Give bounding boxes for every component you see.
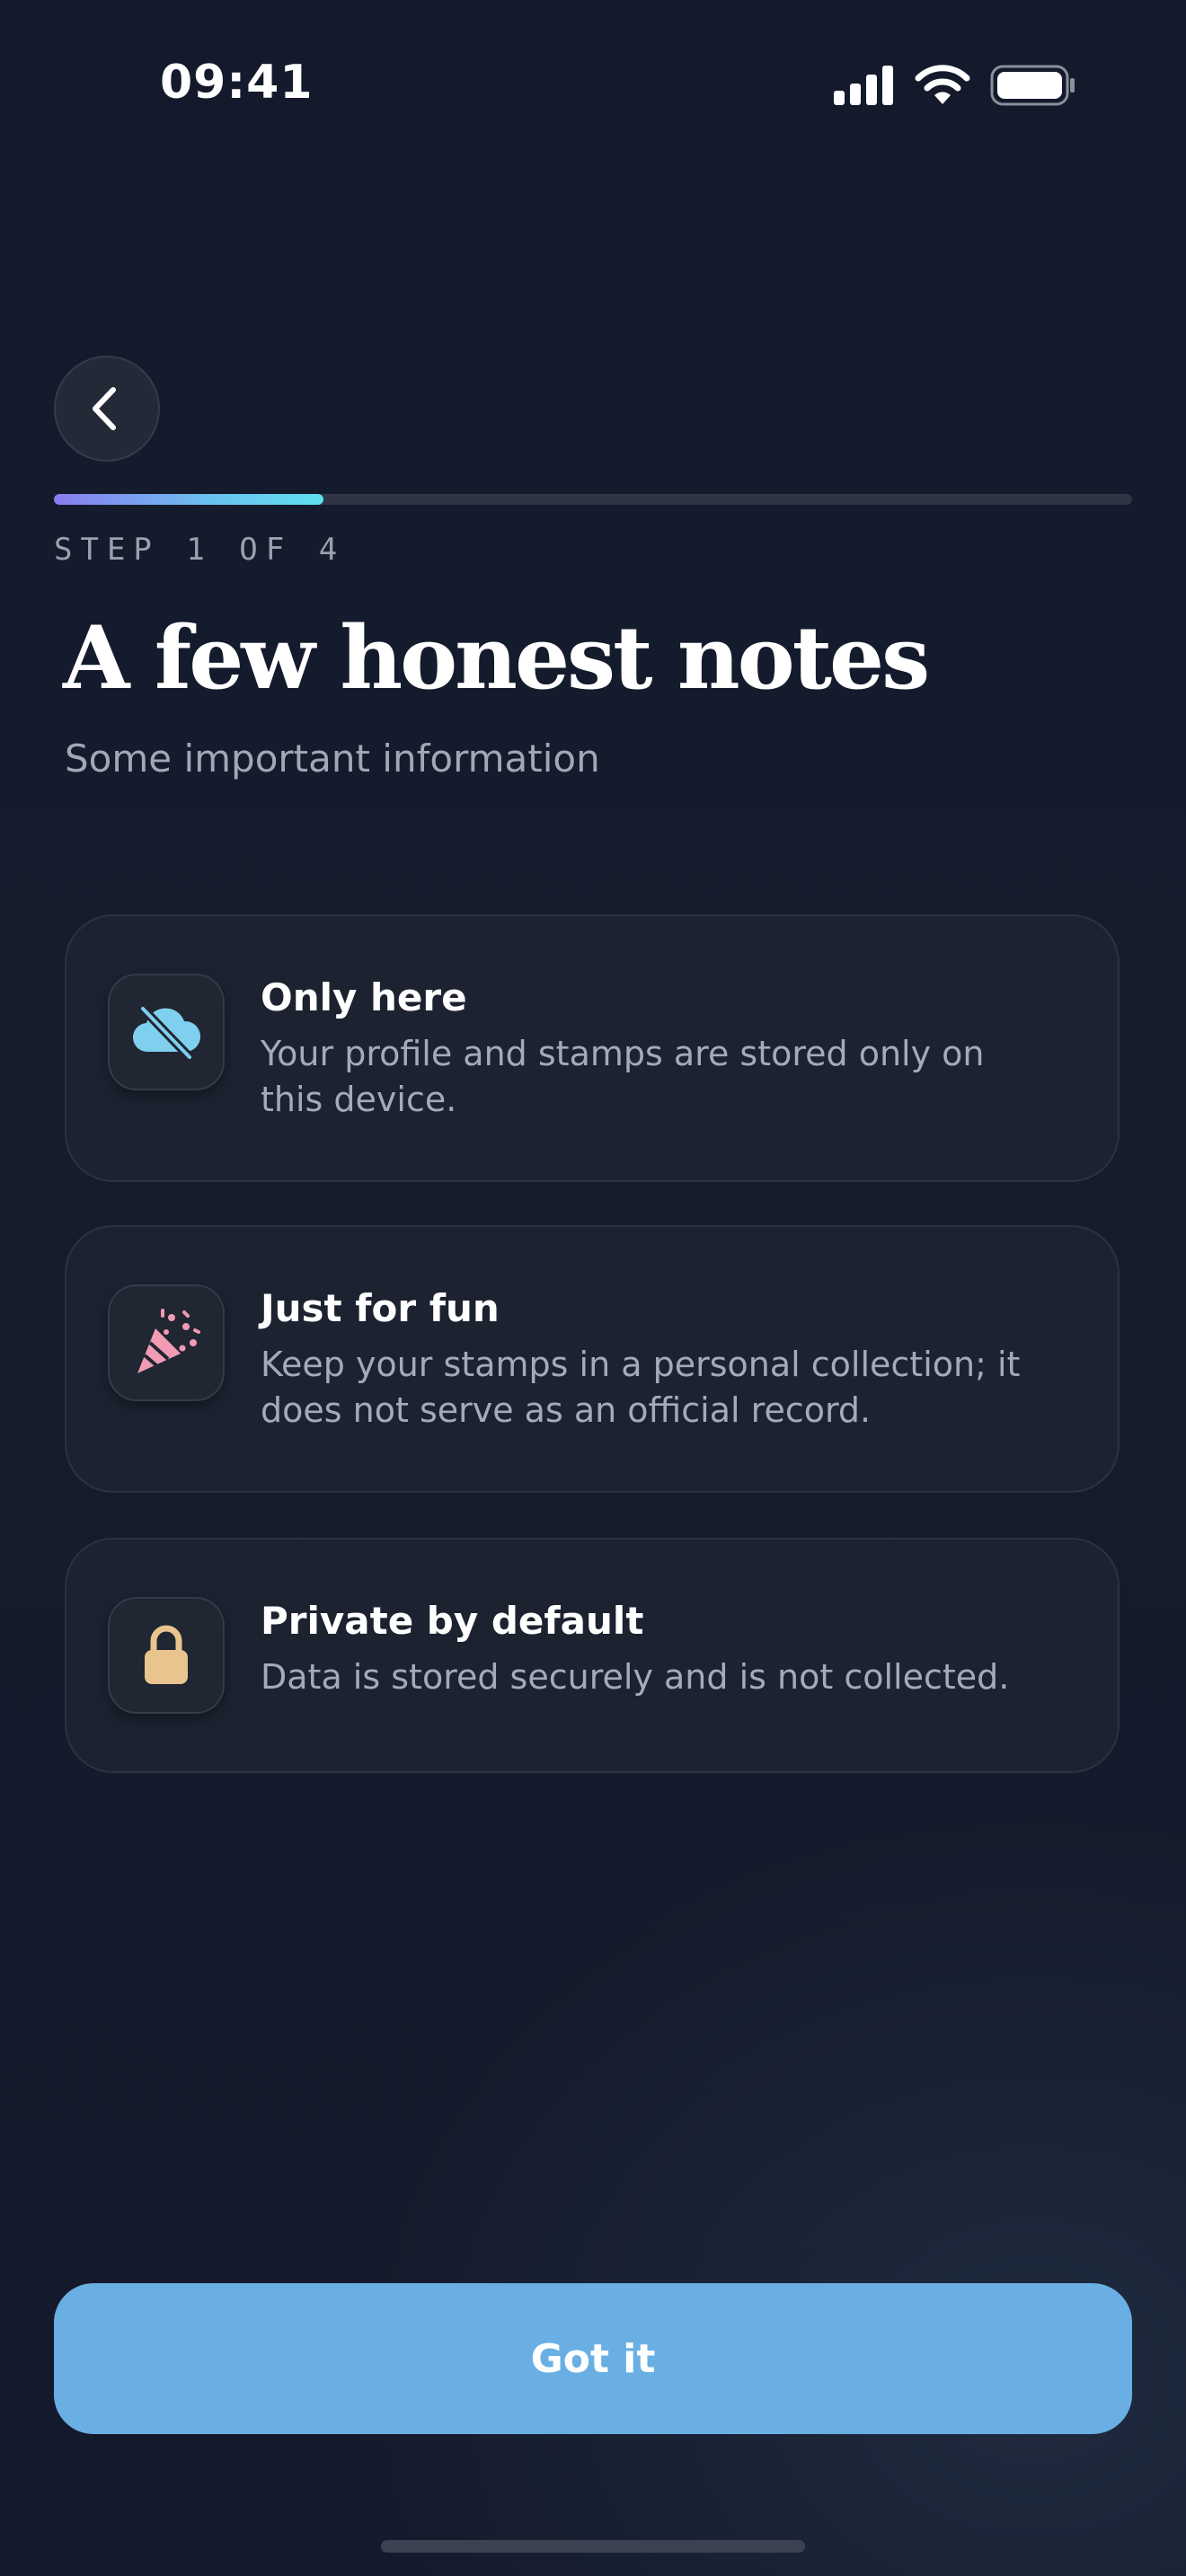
page-title: A few honest notes [63,607,930,709]
chevron-left-icon [93,387,116,430]
wifi-icon [915,65,970,104]
cloud-off-icon [132,1004,201,1061]
battery-icon [990,65,1075,106]
cellular-signal-icon [834,66,893,105]
lock-icon [145,1625,188,1684]
step-indicator: STEP 1 OF 4 [54,532,346,568]
card-description: Your profile and stamps are stored only … [261,1034,985,1119]
progress-bar [54,494,1132,505]
status-icons [834,65,1076,106]
info-card-only-here: Only here Your profile and stamps are st… [65,914,1120,1182]
party-popper-icon [137,1309,200,1373]
got-it-button[interactable]: Got it [54,2283,1132,2434]
home-indicator[interactable] [381,2540,805,2553]
card-icon-container [108,1597,225,1714]
progress-bar-fill [54,494,323,505]
card-icon-container [108,974,225,1090]
card-description: Data is stored securely and is not colle… [261,1657,1010,1697]
card-title: Just for fun [261,1286,500,1330]
info-card-private-by-default: Private by default Data is stored secure… [65,1538,1120,1773]
got-it-button-label: Got it [530,2335,656,2382]
page-subtitle: Some important information [65,737,600,781]
card-description: Keep your stamps in a personal collectio… [261,1345,1021,1430]
info-card-just-for-fun: Just for fun Keep your stamps in a perso… [65,1225,1120,1493]
card-title: Only here [261,975,467,1019]
back-button[interactable] [54,356,160,462]
status-time: 09:41 [160,56,314,110]
card-title: Private by default [261,1599,644,1643]
card-icon-container [108,1284,225,1401]
